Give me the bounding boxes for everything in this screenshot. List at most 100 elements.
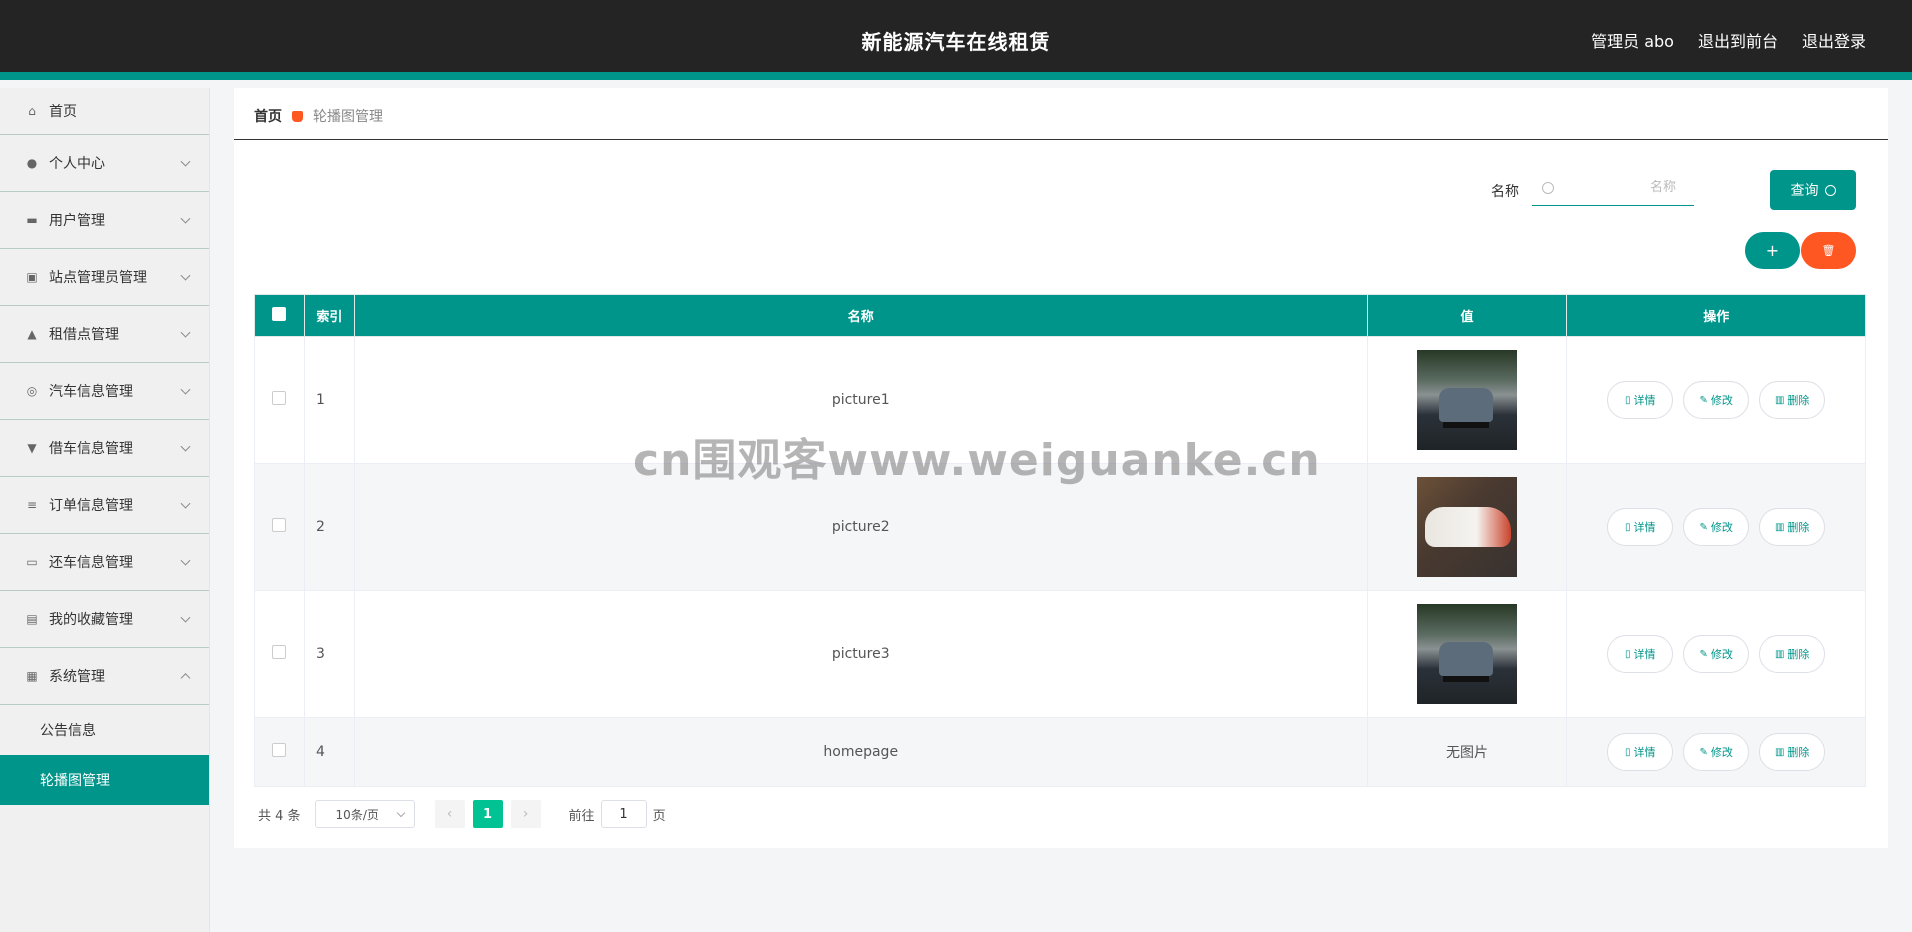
row-value xyxy=(1366,590,1568,718)
delete-button[interactable]: ▥ 删除 xyxy=(1759,733,1826,771)
edit-label: 修改 xyxy=(1710,746,1733,759)
sidebar-item-users[interactable]: ▬ 用户管理 xyxy=(0,192,209,249)
sidebar-item-orders[interactable]: ≡ 订单信息管理 xyxy=(0,477,209,534)
sidebar-item-label: 借车信息管理 xyxy=(49,441,133,457)
sign-icon: ▼ xyxy=(27,441,37,455)
document-icon: ▯ xyxy=(1624,746,1631,758)
header-stripe xyxy=(0,72,1912,80)
detail-button[interactable]: ▯ 详情 xyxy=(1607,635,1674,673)
detail-label: 详情 xyxy=(1633,648,1656,661)
admin-label: 管理员 abo xyxy=(1591,32,1674,51)
sidebar-item-label: 汽车信息管理 xyxy=(49,384,133,400)
column-header-index: 索引 xyxy=(303,294,355,337)
query-button[interactable]: 查询 xyxy=(1770,170,1856,210)
clipboard-icon: ▤ xyxy=(26,612,38,626)
row-actions: ▯ 详情 ✎ 修改 ▥ 删除 xyxy=(1566,590,1866,718)
logout-link[interactable]: 退出登录 xyxy=(1802,28,1866,52)
sidebar-item-rental-points[interactable]: ▲ 租借点管理 xyxy=(0,306,209,363)
chevron-down-icon xyxy=(180,327,191,338)
select-all-checkbox[interactable] xyxy=(272,306,287,321)
trash-icon: ▥ xyxy=(1774,521,1785,533)
document-icon: ▯ xyxy=(1624,521,1631,533)
sidebar-item-favorites[interactable]: ▤ 我的收藏管理 xyxy=(0,591,209,648)
row-name: picture2 xyxy=(353,463,1368,591)
page-number[interactable]: 1 xyxy=(472,800,503,828)
row-checkbox[interactable] xyxy=(272,743,287,757)
row-checkbox[interactable] xyxy=(272,518,287,532)
trash-icon: ▥ xyxy=(1774,648,1785,660)
sidebar-item-profile[interactable]: ● 个人中心 xyxy=(0,135,209,192)
document-icon: ▯ xyxy=(1624,648,1631,660)
detail-button[interactable]: ▯ 详情 xyxy=(1607,381,1674,419)
detail-label: 详情 xyxy=(1633,394,1656,407)
sidebar-item-label: 订单信息管理 xyxy=(49,498,133,514)
document-icon: ▯ xyxy=(1624,394,1631,406)
next-page-button[interactable]: › xyxy=(510,800,541,828)
front-link[interactable]: 退出到前台 xyxy=(1698,28,1778,52)
sidebar-item-system[interactable]: ▦ 系统管理 xyxy=(0,648,209,705)
breadcrumb-separator-icon xyxy=(292,110,303,122)
table-header-row: 索引 名称 值 操作 xyxy=(254,294,1866,337)
row-name: picture3 xyxy=(353,590,1368,718)
column-header-name: 名称 xyxy=(353,294,1368,337)
trash-icon: ▥ xyxy=(1774,394,1785,406)
detail-label: 详情 xyxy=(1633,521,1656,534)
edit-button[interactable]: ✎ 修改 xyxy=(1683,635,1750,673)
detail-button[interactable]: ▯ 详情 xyxy=(1607,508,1674,546)
sidebar-item-label: 站点管理员管理 xyxy=(49,270,147,286)
row-checkbox[interactable] xyxy=(272,645,287,659)
chevron-down-icon xyxy=(180,555,191,566)
search-icon xyxy=(1824,184,1836,196)
goto-page-input[interactable] xyxy=(600,800,647,828)
edit-button[interactable]: ✎ 修改 xyxy=(1683,508,1750,546)
chevron-down-icon xyxy=(180,612,191,623)
pencil-icon: ✎ xyxy=(1699,521,1708,533)
query-button-label: 查询 xyxy=(1790,183,1819,199)
sidebar-subitem-carousel[interactable]: 轮播图管理 xyxy=(0,755,209,805)
sidebar-item-returns[interactable]: ▭ 还车信息管理 xyxy=(0,534,209,591)
sidebar-item-label: 我的收藏管理 xyxy=(49,612,133,628)
chevron-down-icon xyxy=(180,441,191,452)
page-size-select[interactable]: 10条/页 xyxy=(314,800,415,828)
breadcrumb-home[interactable]: 首页 xyxy=(254,106,282,126)
row-select-cell xyxy=(254,463,305,591)
sidebar-item-borrow-info[interactable]: ▼ 借车信息管理 xyxy=(0,420,209,477)
edit-label: 修改 xyxy=(1710,521,1733,534)
chevron-right-icon: › xyxy=(522,806,529,822)
top-actions: 管理员 abo 退出到前台 退出登录 xyxy=(1591,28,1866,52)
delete-button[interactable]: ▥ 删除 xyxy=(1759,635,1826,673)
row-index: 2 xyxy=(303,463,355,591)
detail-button[interactable]: ▯ 详情 xyxy=(1607,733,1674,771)
delete-button[interactable]: ▥ 删除 xyxy=(1759,381,1826,419)
search-input[interactable] xyxy=(1554,180,1684,195)
breadcrumb-current: 轮播图管理 xyxy=(313,109,383,125)
row-value xyxy=(1366,336,1568,464)
row-value xyxy=(1366,463,1568,591)
trash-icon: ▥ xyxy=(1774,746,1785,758)
row-checkbox[interactable] xyxy=(272,391,287,405)
edit-label: 修改 xyxy=(1710,394,1733,407)
chevron-down-icon xyxy=(180,498,191,509)
sidebar-item-site-admins[interactable]: ▣ 站点管理员管理 xyxy=(0,249,209,306)
edit-label: 修改 xyxy=(1710,648,1733,661)
car-thumbnail xyxy=(1416,477,1517,577)
car-thumbnail xyxy=(1416,604,1517,704)
search-icon xyxy=(1542,181,1554,194)
prev-page-button[interactable]: ‹ xyxy=(434,800,465,828)
table-row: 1 picture1 ▯ 详情 ✎ 修改 ▥ 删除 xyxy=(254,336,1866,464)
chevron-left-icon: ‹ xyxy=(446,806,453,822)
pencil-icon: ✎ xyxy=(1699,746,1708,758)
batch-delete-button[interactable]: 🗑 xyxy=(1801,232,1856,269)
sidebar-item-label: 系统管理 xyxy=(49,669,105,685)
sidebar-item-label: 首页 xyxy=(49,104,77,120)
sidebar-item-home[interactable]: ⌂ 首页 xyxy=(0,88,209,135)
edit-button[interactable]: ✎ 修改 xyxy=(1683,381,1750,419)
sidebar: ⌂ 首页 ● 个人中心 ▬ 用户管理 ▣ 站点管理员管理 ▲ 租借点管理 ◎ 汽… xyxy=(0,88,210,932)
sidebar-subitem-notices[interactable]: 公告信息 xyxy=(0,705,209,755)
add-button[interactable]: + xyxy=(1745,232,1800,269)
edit-button[interactable]: ✎ 修改 xyxy=(1683,733,1750,771)
chart-icon: ▣ xyxy=(26,270,38,284)
delete-button[interactable]: ▥ 删除 xyxy=(1759,508,1826,546)
sidebar-item-car-info[interactable]: ◎ 汽车信息管理 xyxy=(0,363,209,420)
top-bar: 新能源汽车在线租赁 管理员 abo 退出到前台 退出登录 xyxy=(0,0,1912,80)
